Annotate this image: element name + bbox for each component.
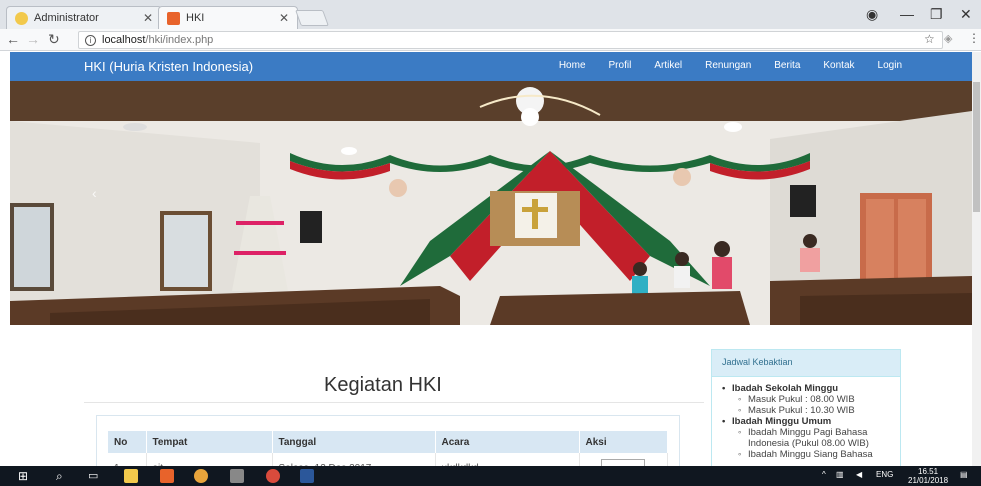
col-header-acara[interactable]: Acara	[435, 431, 580, 453]
col-header-no[interactable]: No	[108, 431, 147, 453]
close-window-icon[interactable]: ✕	[960, 6, 972, 23]
col-header-tanggal[interactable]: Tanggal	[272, 431, 436, 453]
search-icon[interactable]: ⌕	[56, 469, 70, 483]
panel-heading: Jadwal Kebaktian	[712, 350, 900, 377]
url-path: /hki/index.php	[145, 34, 214, 46]
network-icon[interactable]: ▥	[836, 470, 844, 479]
maximize-icon[interactable]: ❐	[930, 6, 943, 23]
star-icon[interactable]: ☆	[924, 32, 935, 46]
hero-carousel[interactable]: ‹	[10, 81, 972, 325]
browser-tab-strip: Administrator ✕ HKI ✕ ◉ — ❐ ✕	[0, 0, 981, 29]
title-divider	[84, 402, 704, 403]
tab-title: HKI	[186, 12, 205, 24]
nav-login[interactable]: Login	[878, 60, 902, 71]
profile-icon[interactable]: ◉	[866, 6, 878, 23]
notification-icon[interactable]: ▤	[960, 470, 968, 479]
file-explorer-icon[interactable]	[124, 469, 138, 483]
reload-icon[interactable]: ↻	[48, 31, 60, 48]
address-bar: ← → ↻ i localhost/hki/index.php ☆ ◈ ⋮	[0, 29, 981, 51]
menu-dots-icon[interactable]: ⋮	[968, 31, 980, 45]
chrome-icon[interactable]	[194, 469, 208, 483]
close-tab-icon[interactable]: ✕	[143, 11, 153, 25]
tab-title: Administrator	[34, 12, 99, 24]
nav-renungan[interactable]: Renungan	[705, 60, 751, 71]
site-brand[interactable]: HKI (Huria Kristen Indonesia)	[84, 59, 253, 74]
xampp-icon[interactable]	[160, 469, 174, 483]
clock-time: 16.51	[918, 467, 939, 476]
page-title: Kegiatan HKI	[324, 374, 442, 396]
cell-acara: ukdkdkd	[435, 453, 580, 467]
back-arrow-icon[interactable]: ←	[6, 31, 20, 47]
jadwal-panel: Jadwal Kebaktian Ibadah Sekolah Minggu M…	[711, 349, 901, 469]
windows-taskbar: ⊞ ⌕ ▭ ^ ▥ ◀ ENG 16.51 21/01/2018 ▤	[0, 466, 981, 486]
volume-icon[interactable]: ◀	[856, 470, 862, 479]
windows-start-icon[interactable]: ⊞	[18, 469, 32, 483]
schedule-item: Ibadah Minggu Pagi Bahasa Indonesia (Puk…	[720, 427, 892, 449]
forward-arrow-icon[interactable]: →	[26, 31, 40, 47]
col-header-tempat[interactable]: Tempat	[146, 431, 273, 453]
cell-tempat: ait	[146, 453, 273, 467]
favicon-icon	[15, 11, 28, 25]
extension-icon[interactable]: ◈	[944, 32, 952, 45]
scrollbar-thumb[interactable]	[973, 82, 980, 212]
nav-menu: Home Profil Artikel Renungan Berita Kont…	[536, 60, 902, 71]
close-tab-icon[interactable]: ✕	[279, 11, 289, 25]
kegiatan-table: No Tempat Tanggal Acara Aksi 1 ait Selas…	[108, 431, 668, 467]
word-icon[interactable]	[300, 469, 314, 483]
tab-administrator[interactable]: Administrator ✕	[6, 6, 162, 29]
clock-date: 21/01/2018	[908, 476, 949, 485]
nav-artikel[interactable]: Artikel	[654, 60, 682, 71]
nav-profil[interactable]: Profil	[609, 60, 632, 71]
nav-berita[interactable]: Berita	[774, 60, 800, 71]
schedule-item: Ibadah Minggu Siang Bahasa	[720, 449, 892, 460]
tab-hki[interactable]: HKI ✕	[158, 6, 298, 29]
tray-up-icon[interactable]: ^	[822, 470, 826, 479]
chrome-icon[interactable]	[266, 469, 280, 483]
schedule-item: Masuk Pukul : 10.30 WIB	[720, 405, 892, 416]
schedule-item: Masuk Pukul : 08.00 WIB	[720, 394, 892, 405]
minimize-icon[interactable]: —	[900, 6, 914, 22]
nav-home[interactable]: Home	[559, 60, 586, 71]
nav-kontak[interactable]: Kontak	[823, 60, 854, 71]
schedule-group-title: Ibadah Sekolah Minggu	[720, 383, 892, 394]
url-input[interactable]: i localhost/hki/index.php	[78, 31, 943, 49]
carousel-prev-icon[interactable]: ‹	[92, 185, 97, 201]
app-icon[interactable]	[230, 469, 244, 483]
system-clock[interactable]: 16.51 21/01/2018	[908, 467, 948, 485]
site-navbar: HKI (Huria Kristen Indonesia) Home Profi…	[10, 52, 972, 81]
kegiatan-table-panel: No Tempat Tanggal Acara Aksi 1 ait Selas…	[96, 415, 680, 467]
language-indicator[interactable]: ENG	[876, 470, 893, 479]
url-host: localhost	[102, 34, 146, 46]
favicon-icon	[167, 11, 180, 25]
cell-tanggal: Selasa, 12 Des 2017	[272, 453, 436, 467]
task-view-icon[interactable]: ▭	[88, 469, 102, 483]
info-icon[interactable]: i	[85, 34, 96, 46]
col-header-aksi[interactable]: Aksi	[579, 431, 668, 453]
table-row: 1 ait Selasa, 12 Des 2017 ukdkdkd	[108, 453, 668, 467]
cell-no: 1	[108, 453, 147, 467]
cell-aksi	[579, 453, 668, 467]
new-tab-button[interactable]	[295, 10, 329, 26]
church-interior-photo	[10, 81, 972, 325]
panel-body: Ibadah Sekolah Minggu Masuk Pukul : 08.0…	[712, 377, 900, 466]
schedule-group-title: Ibadah Minggu Umum	[720, 416, 892, 427]
